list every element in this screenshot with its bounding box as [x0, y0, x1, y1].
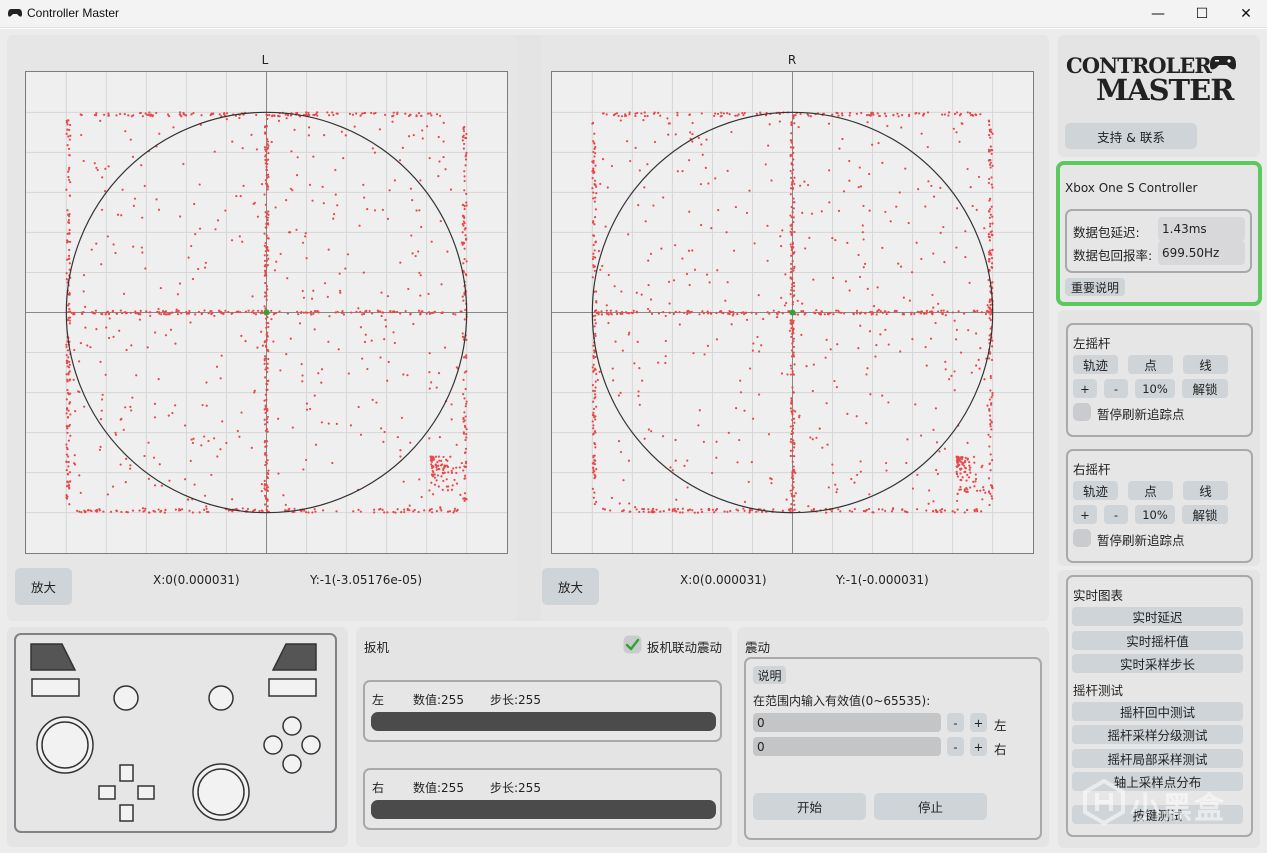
realtime-title: 实时图表 [1073, 588, 1124, 603]
left-vibration-label: 左 [994, 718, 1007, 733]
rate-value: 699.50Hz [1158, 241, 1245, 265]
latency-value: 1.43ms [1158, 217, 1245, 241]
logo-gamepad-icon [1210, 56, 1236, 70]
gamepad-icon [8, 9, 22, 17]
right-trigger-bar [371, 800, 716, 819]
right-bumper-icon [268, 678, 317, 697]
left-pause-checkbox[interactable] [1073, 403, 1091, 421]
right-vibration-plus[interactable]: + [970, 737, 987, 756]
left-line-button[interactable]: 线 [1183, 355, 1228, 374]
right-trigger-step: 步长:255 [490, 781, 541, 795]
logo-line-2: MASTER [1096, 73, 1234, 107]
left-trigger-value: 数值:255 [413, 693, 464, 707]
device-name: Xbox One S Controller [1065, 181, 1198, 195]
maximize-icon: ☐ [1195, 6, 1209, 22]
right-plus-button[interactable]: + [1073, 505, 1097, 524]
vibration-help-button[interactable]: 说明 [753, 666, 786, 684]
title-bar: Controller Master — ☐ ✕ [0, 0, 1267, 28]
right-stick-title: 右摇杆 [1073, 462, 1111, 477]
right-plot-title: R [787, 53, 797, 67]
left-stick-icon [36, 716, 94, 774]
right-minus-button[interactable]: - [1104, 505, 1128, 524]
stick-test-title: 摇杆测试 [1073, 683, 1124, 698]
right-vibration-minus[interactable]: - [947, 737, 964, 756]
right-vibration-label: 右 [994, 742, 1007, 757]
center-dot [789, 309, 796, 316]
controller-diagram [14, 633, 337, 833]
local-sampling-test-button[interactable]: 摇杆局部采样测试 [1072, 749, 1243, 768]
left-plus-button[interactable]: + [1073, 379, 1097, 398]
left-y-readout: Y:-1(-3.05176e-05) [310, 573, 423, 587]
trigger-link-checkbox[interactable] [623, 635, 642, 654]
right-unlock-button[interactable]: 解锁 [1182, 505, 1228, 524]
left-stick-plot[interactable] [25, 71, 508, 554]
window-title: Controller Master [27, 6, 120, 20]
view-button-icon [113, 685, 139, 711]
close-button[interactable]: ✕ [1224, 0, 1267, 28]
left-zoom-button[interactable]: 放大 [15, 568, 72, 605]
left-trigger-frame [363, 680, 722, 742]
left-vibration-plus[interactable]: + [970, 713, 987, 732]
watermark-text: 小黑盒 [1130, 791, 1226, 826]
notice-button[interactable]: 重要说明 [1065, 278, 1125, 296]
right-y-readout: Y:-1(-0.000031) [836, 573, 929, 587]
workspace: L R 放大 X:0(0.000031) Y:-1(-3.05176e-05) … [0, 29, 1267, 853]
left-stick-title: 左摇杆 [1073, 336, 1111, 351]
left-trigger-step: 步长:255 [490, 693, 541, 707]
watermark-logo-icon [1083, 779, 1125, 825]
sampling-level-test-button[interactable]: 摇杆采样分级测试 [1072, 725, 1243, 744]
vibration-stop-button[interactable]: 停止 [874, 793, 987, 820]
right-trigger-value: 数值:255 [413, 781, 464, 795]
right-stick-icon [192, 763, 250, 821]
realtime-stick-value-button[interactable]: 实时摇杆值 [1072, 631, 1243, 650]
left-x-readout: X:0(0.000031) [153, 573, 240, 587]
right-dot-button[interactable]: 点 [1128, 481, 1173, 500]
left-minus-button[interactable]: - [1104, 379, 1128, 398]
left-percent-value[interactable]: 10% [1135, 379, 1175, 398]
left-bumper-icon [31, 678, 80, 697]
support-button[interactable]: 支持 & 联系 [1065, 123, 1197, 149]
left-trail-button[interactable]: 轨迹 [1073, 355, 1118, 374]
watermark: 小黑盒 [1082, 777, 1232, 833]
right-percent-value[interactable]: 10% [1135, 505, 1175, 524]
close-icon: ✕ [1240, 6, 1252, 22]
trigger-link-label: 扳机联动震动 [647, 640, 723, 655]
left-vibration-input[interactable]: 0 [753, 713, 941, 732]
right-vibration-input[interactable]: 0 [753, 737, 941, 756]
right-trigger-side: 右 [372, 781, 385, 795]
vibration-hint: 在范围内输入有效值(0~65535): [753, 694, 931, 708]
app-logo: CONTROLER MASTER [1066, 51, 1256, 111]
left-unlock-button[interactable]: 解锁 [1182, 379, 1228, 398]
left-pause-label: 暂停刷新追踪点 [1097, 407, 1185, 422]
left-plot-title: L [261, 53, 269, 67]
left-dot-button[interactable]: 点 [1128, 355, 1173, 374]
minimize-icon: — [1151, 6, 1165, 22]
rate-label: 数据包回报率: [1073, 248, 1153, 263]
right-stick-plot[interactable] [551, 71, 1034, 554]
right-pause-checkbox[interactable] [1073, 529, 1091, 547]
right-x-readout: X:0(0.000031) [680, 573, 767, 587]
right-trigger-frame [363, 768, 722, 830]
right-trail-button[interactable]: 轨迹 [1073, 481, 1118, 500]
menu-button-icon [208, 685, 234, 711]
maximize-button[interactable]: ☐ [1180, 0, 1224, 28]
realtime-sample-step-button[interactable]: 实时采样步长 [1072, 654, 1243, 673]
right-pause-label: 暂停刷新追踪点 [1097, 533, 1185, 548]
trigger-title: 扳机 [364, 640, 390, 655]
left-vibration-minus[interactable]: - [947, 713, 964, 732]
minimize-button[interactable]: — [1136, 0, 1180, 28]
vibration-title: 震动 [745, 640, 771, 655]
right-zoom-button[interactable]: 放大 [542, 568, 599, 605]
realtime-latency-button[interactable]: 实时延迟 [1072, 607, 1243, 626]
center-dot [263, 309, 270, 316]
vibration-start-button[interactable]: 开始 [753, 793, 866, 820]
latency-label: 数据包延迟: [1073, 225, 1140, 240]
centering-test-button[interactable]: 摇杆回中测试 [1072, 702, 1243, 721]
right-line-button[interactable]: 线 [1183, 481, 1228, 500]
left-trigger-bar [371, 712, 716, 731]
left-trigger-side: 左 [372, 693, 385, 707]
